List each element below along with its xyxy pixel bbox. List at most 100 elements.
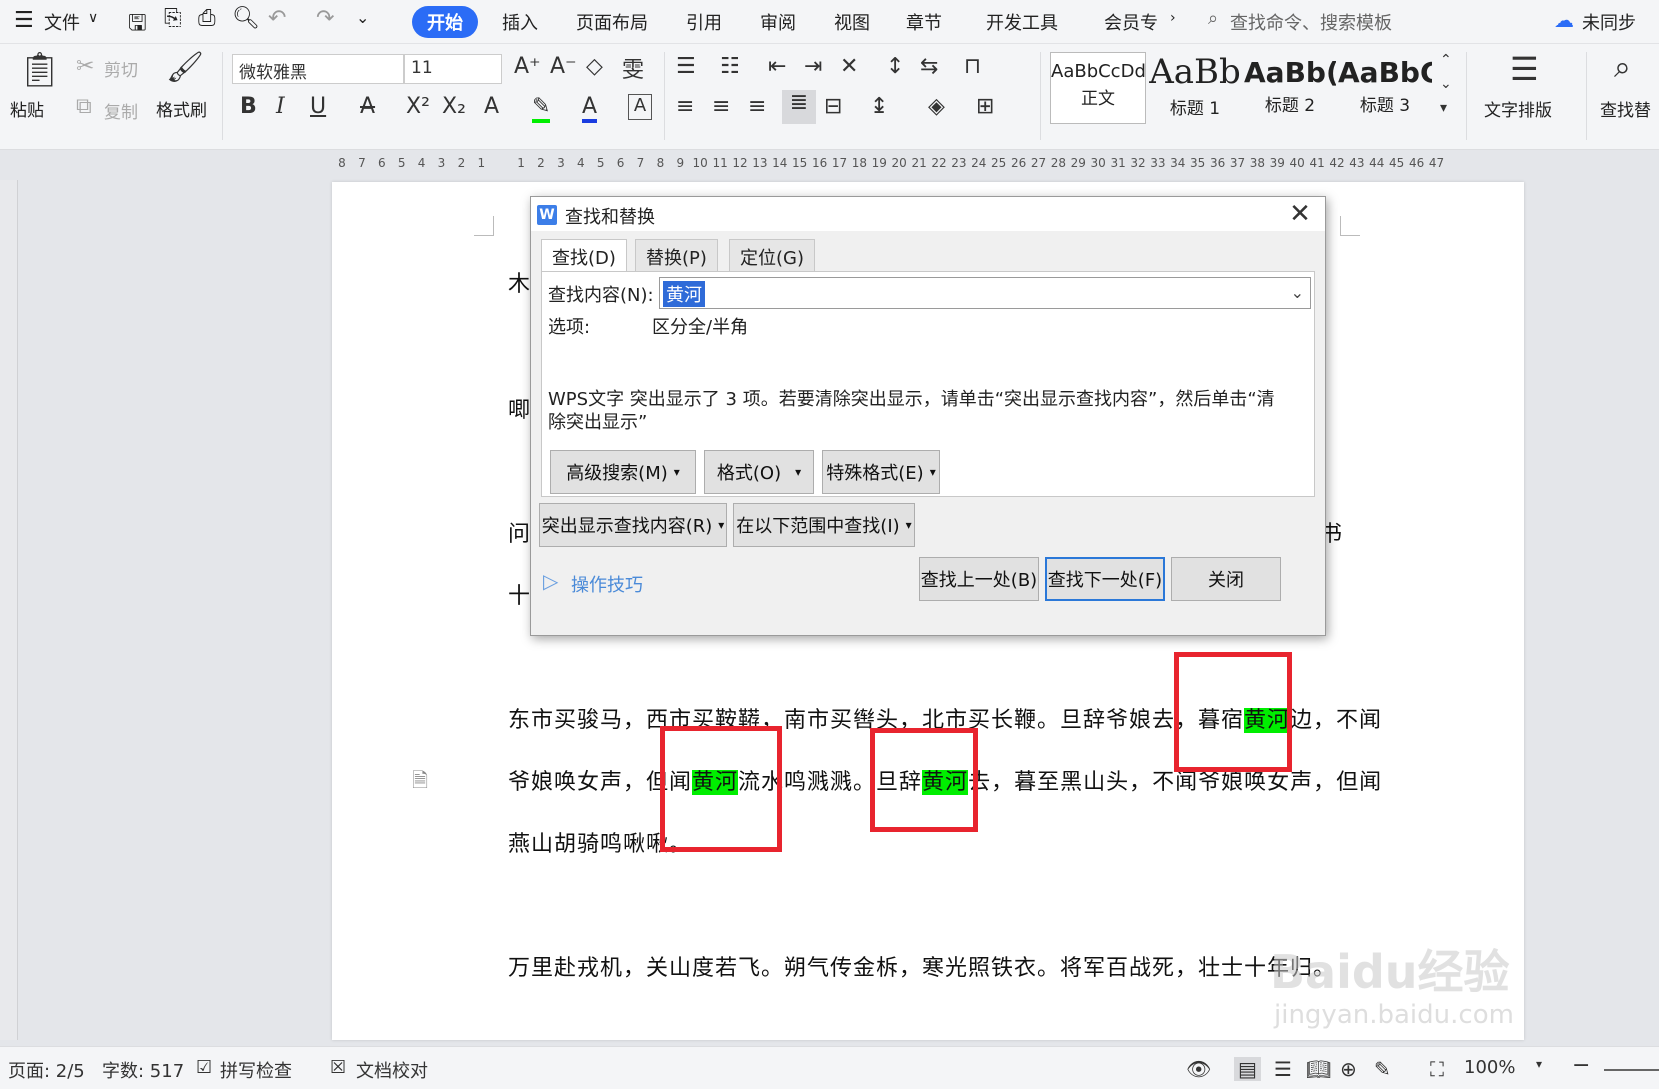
grow-font-icon[interactable]: A⁺ [514,54,541,79]
special-format-button[interactable]: 特殊格式(E) ▾ [822,450,940,494]
tips-play-icon[interactable]: ▷ [543,569,558,593]
outline-view-icon[interactable]: ☰ [1274,1057,1292,1081]
italic-icon[interactable]: I [276,94,285,119]
redo-icon[interactable]: ↷ [316,6,334,31]
write-mode-icon[interactable]: ✎ [1374,1057,1391,1081]
font-color-icon[interactable]: A [582,94,598,123]
close-icon[interactable]: ✕ [1285,199,1315,229]
styles-more-icon[interactable]: ▾ [1440,100,1447,116]
align-center-icon[interactable]: ≡ [712,94,730,119]
find-previous-button[interactable]: 查找上一处(B) [919,557,1039,601]
style-heading-2[interactable]: AaBb( 标题 2 [1244,52,1336,124]
find-replace-button[interactable]: 查找替 [1600,96,1651,121]
format-button[interactable]: 格式(O) ▾ [704,450,814,494]
sync-status[interactable]: 未同步 [1582,9,1636,35]
numbering-icon[interactable]: ☷ [720,54,740,79]
highlight-find-button[interactable]: 突出显示查找内容(R) ▾ [539,503,727,547]
text-layout-button[interactable]: 文字排版 [1484,96,1552,121]
copy-button[interactable]: 复制 [104,98,138,123]
undo-icon[interactable]: ↶ [268,6,286,31]
strikethrough-icon[interactable]: A [360,94,375,119]
tab-find[interactable]: 查找(D) [541,239,627,272]
more-tabs-icon[interactable]: › [1170,10,1176,26]
find-in-scope-button[interactable]: 在以下范围中查找(I) ▾ [733,503,915,547]
tab-member[interactable]: 会员专 [1104,9,1158,35]
find-input[interactable]: 黄河 ⌄ [659,277,1311,309]
tab-replace[interactable]: 替换(P) [635,239,718,271]
tab-page-layout[interactable]: 页面布局 [576,9,648,35]
style-heading-3[interactable]: AaBbC 标题 3 [1338,52,1432,124]
tab-review[interactable]: 审阅 [760,9,796,35]
tab-chapter[interactable]: 章节 [906,9,942,35]
eye-protection-icon[interactable]: 👁︎ [1186,1057,1211,1081]
style-heading-1[interactable]: AaBb 标题 1 [1148,52,1242,124]
print-preview-icon[interactable]: 🔍︎ [232,6,260,31]
tab-goto[interactable]: 定位(G) [729,239,815,271]
chevron-down-icon[interactable]: ∨ [88,10,98,26]
doc-check-button[interactable]: 文档校对 [356,1057,428,1083]
tips-link[interactable]: 操作技巧 [571,571,643,597]
styles-scroll-up-icon[interactable]: ⌃ [1440,52,1452,68]
save-icon[interactable]: 🖫 [128,6,147,44]
zoom-out-icon[interactable]: − [1572,1053,1590,1078]
page-indicator[interactable]: 页面: 2/5 [8,1057,85,1083]
increase-indent-icon[interactable]: ⇥ [804,54,822,79]
word-count[interactable]: 字数: 517 [102,1057,184,1083]
underline-icon[interactable]: U [310,94,326,119]
paste-button[interactable]: 粘贴 [10,96,44,121]
export-pdf-icon[interactable]: ⎘ [164,6,182,31]
tab-developer[interactable]: 开发工具 [986,9,1058,35]
web-view-icon[interactable]: ⊕ [1340,1057,1357,1081]
shrink-font-icon[interactable]: A⁻ [550,54,577,79]
font-name-select[interactable]: 微软雅黑 [232,54,404,84]
print-icon[interactable]: ⎙ [198,6,216,31]
borders-icon[interactable]: ⊞ [976,94,994,119]
align-right-icon[interactable]: ≡ [748,94,766,119]
tab-insert[interactable]: 插入 [502,9,538,35]
styles-scroll-down-icon[interactable]: ⌄ [1440,76,1452,92]
page-view-icon[interactable]: ▤ [1234,1057,1261,1081]
sort-icon[interactable]: ↕ [886,54,904,79]
line-spacing-icon[interactable]: ↨ [870,94,888,119]
superscript-icon[interactable]: X² [406,94,430,119]
chinese-layout-icon[interactable]: ✕ [840,54,858,79]
paste-icon[interactable]: 📋︎ [18,50,61,90]
style-normal[interactable]: AaBbCcDd 正文 [1050,52,1146,124]
decrease-indent-icon[interactable]: ⇤ [768,54,786,79]
reading-view-icon[interactable]: 📖︎ [1306,1057,1331,1081]
zoom-level[interactable]: 100% [1464,1057,1515,1078]
distributed-icon[interactable]: ⊟ [824,94,842,119]
tab-stops-icon[interactable]: ⊓ [964,54,981,79]
justify-icon[interactable]: ≣ [782,90,816,124]
zoom-dropdown-icon[interactable]: ▾ [1536,1057,1542,1071]
find-next-button[interactable]: 查找下一处(F) [1045,557,1165,601]
shading-icon[interactable]: ◈ [928,94,945,119]
tab-references[interactable]: 引用 [686,9,722,35]
cut-button[interactable]: 剪切 [104,56,138,81]
advanced-search-button[interactable]: 高级搜索(M) ▾ [550,450,696,494]
zoom-slider[interactable] [1604,1069,1659,1071]
chevron-down-icon[interactable]: ⌄ [1291,283,1304,302]
tab-home[interactable]: 开始 [412,6,478,38]
text-effect-icon[interactable]: A [484,94,499,119]
quick-access-dropdown-icon[interactable]: ⌄ [356,8,369,27]
font-size-select[interactable]: 11 [404,54,502,84]
subscript-icon[interactable]: X₂ [442,94,466,119]
tab-view[interactable]: 视图 [834,9,870,35]
clear-format-icon[interactable]: ◇ [586,54,603,79]
highlight-color-icon[interactable]: ✎ [532,94,551,123]
show-marks-icon[interactable]: ⇆ [920,54,938,79]
format-painter-button[interactable]: 格式刷 [156,96,207,121]
fit-window-icon[interactable]: ⛶ [1430,1057,1444,1081]
close-button[interactable]: 关闭 [1171,557,1281,601]
search-command-input[interactable]: 查找命令、搜索模板 [1230,9,1392,35]
bold-icon[interactable]: B [240,94,257,119]
paragraph-layout-icon[interactable]: 🗎 [412,766,428,800]
phonetic-guide-icon[interactable]: 雯 [622,52,644,84]
bullets-icon[interactable]: ☰ [676,54,696,79]
hamburger-icon[interactable]: ☰ [14,8,34,33]
file-menu[interactable]: 文件 [44,9,80,35]
dialog-title-bar[interactable]: W 查找和替换 ✕ [531,197,1325,231]
align-left-icon[interactable]: ≡ [676,94,694,119]
char-border-icon[interactable]: A [628,94,652,120]
